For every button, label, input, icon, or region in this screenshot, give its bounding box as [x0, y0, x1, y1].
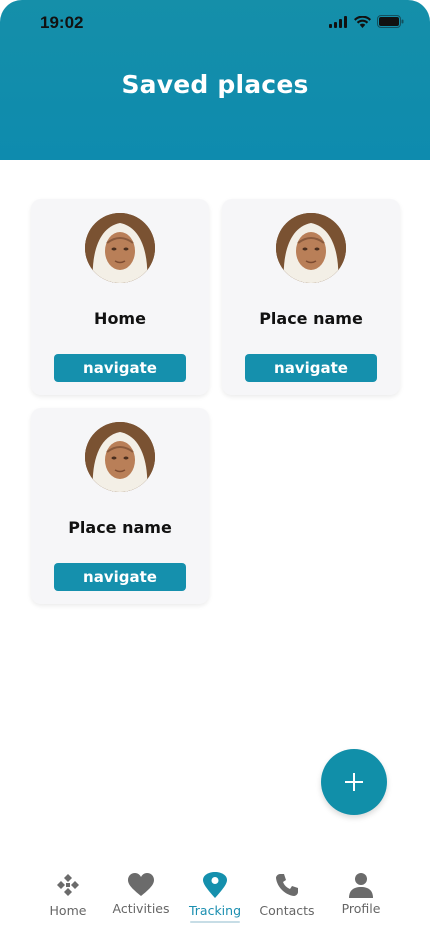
nav-label: Home — [49, 903, 87, 918]
place-card[interactable]: Place name navigate — [222, 199, 400, 395]
signal-icon — [329, 15, 347, 28]
nav-label: Profile — [341, 901, 381, 916]
nav-item-home[interactable]: Home — [28, 872, 108, 918]
nav-item-profile[interactable]: Profile — [321, 872, 401, 916]
person-icon — [349, 873, 373, 898]
nav-item-activities[interactable]: Activities — [101, 872, 181, 916]
header: 19:02 Saved places — [0, 0, 430, 160]
avatar — [85, 213, 155, 283]
wifi-icon — [354, 15, 371, 28]
page-title: Saved places — [121, 70, 309, 99]
navigate-button[interactable]: navigate — [245, 354, 377, 382]
status-icons — [329, 15, 404, 28]
avatar — [276, 213, 346, 283]
navigate-button[interactable]: navigate — [54, 354, 186, 382]
nav-item-contacts[interactable]: Contacts — [247, 872, 327, 918]
nav-item-tracking[interactable]: Tracking — [175, 872, 255, 918]
nav-label: Tracking — [188, 903, 242, 918]
place-card[interactable]: Place name navigate — [31, 408, 209, 604]
place-name: Place name — [259, 309, 363, 328]
status-bar: 19:02 — [0, 0, 430, 46]
place-name: Home — [94, 309, 146, 328]
battery-icon — [377, 15, 404, 28]
home-icon — [57, 874, 79, 896]
navigate-button[interactable]: navigate — [54, 563, 186, 591]
heart-icon — [128, 873, 154, 896]
status-time: 19:02 — [40, 13, 84, 32]
home-indicator — [190, 921, 240, 923]
place-card[interactable]: Home navigate — [31, 199, 209, 395]
nav-label: Contacts — [259, 903, 315, 918]
nav-label: Activities — [112, 901, 170, 916]
place-name: Place name — [68, 518, 172, 537]
add-place-button[interactable] — [321, 749, 387, 815]
phone-icon — [276, 874, 298, 896]
location-pin-icon — [203, 872, 227, 898]
avatar — [85, 422, 155, 492]
plus-icon — [345, 773, 363, 791]
